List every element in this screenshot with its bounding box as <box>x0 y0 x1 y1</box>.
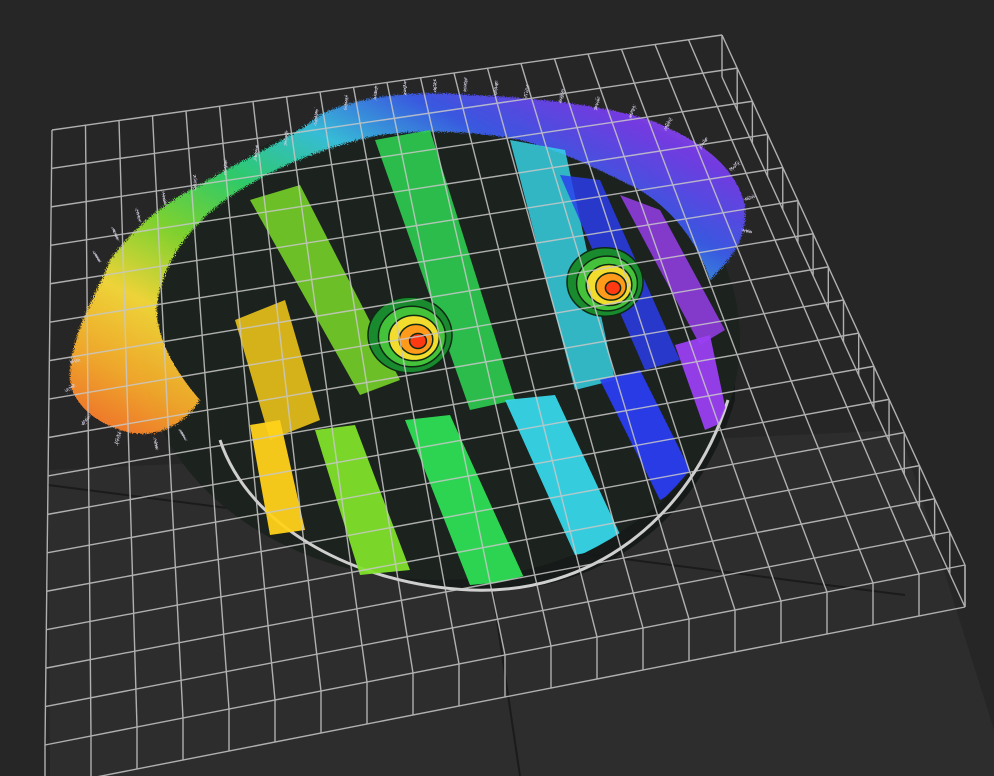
spiral-right <box>566 247 644 317</box>
3d-surface-viewport[interactable] <box>0 0 994 776</box>
spiral-right-ring-5 <box>604 280 622 296</box>
wafer-height-map-render <box>44 34 994 776</box>
